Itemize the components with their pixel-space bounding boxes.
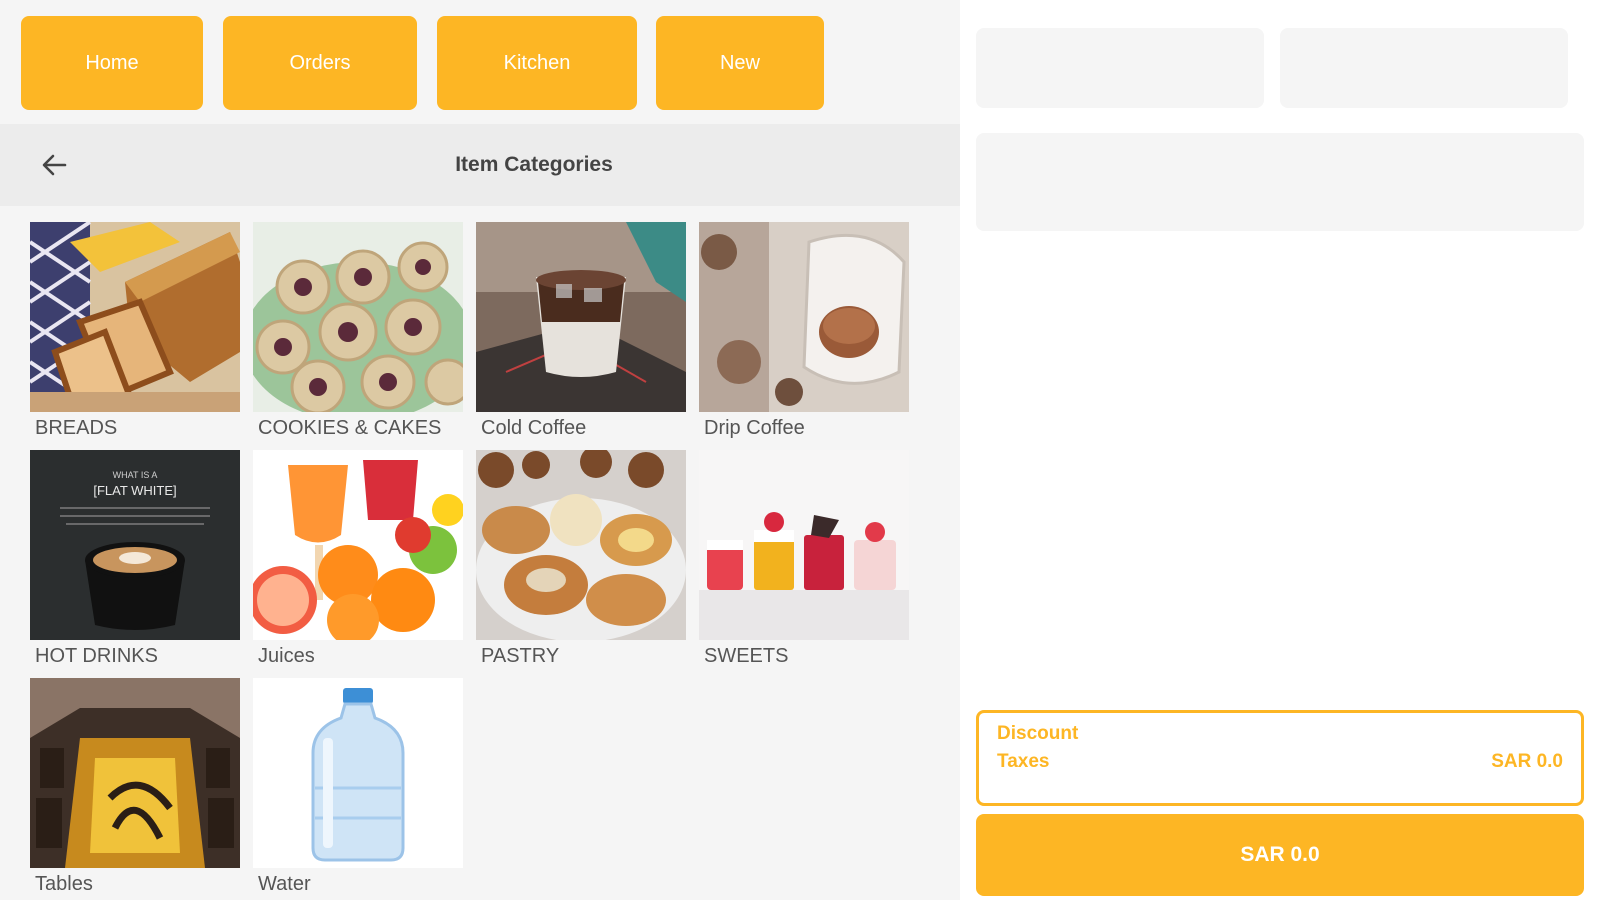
category-tile-tables[interactable]: Tables xyxy=(30,678,240,900)
category-tile-breads[interactable]: BREADS xyxy=(30,222,240,452)
category-label: PASTRY xyxy=(481,645,560,667)
category-label: Cold Coffee xyxy=(481,417,587,439)
category-tile-cookies-cakes[interactable]: COOKIES & CAKES xyxy=(253,222,463,452)
water-image xyxy=(253,678,463,868)
taxes-value: SAR 0.0 xyxy=(1491,751,1563,772)
category-label: Tables xyxy=(35,873,93,895)
discount-label[interactable]: Discount xyxy=(997,723,1078,745)
category-tile-juices[interactable]: Juices xyxy=(253,450,463,680)
customer-field[interactable] xyxy=(976,133,1584,231)
cookies-image xyxy=(253,222,463,412)
category-label: Water xyxy=(258,873,311,895)
pay-total-button[interactable]: SAR 0.0 xyxy=(976,814,1584,896)
category-tile-drip-coffee[interactable]: Drip Coffee xyxy=(699,222,909,452)
juices-image xyxy=(253,450,463,640)
order-tab-right[interactable] xyxy=(1280,28,1568,108)
drip-coffee-image xyxy=(699,222,909,412)
category-tile-water[interactable]: Water xyxy=(253,678,463,900)
category-tile-pastry[interactable]: PASTRY xyxy=(476,450,686,680)
cold-coffee-image xyxy=(476,222,686,412)
category-label: SWEETS xyxy=(704,645,789,667)
category-label: Drip Coffee xyxy=(704,417,805,439)
category-tile-hot-drinks[interactable]: WHAT IS A [FLAT WHITE] HOT DRINKS xyxy=(30,450,240,680)
category-label: COOKIES & CAKES xyxy=(258,417,442,439)
order-tab-left[interactable] xyxy=(976,28,1264,108)
orders-button[interactable]: Orders xyxy=(223,16,417,110)
category-tile-cold-coffee[interactable]: Cold Coffee xyxy=(476,222,686,452)
order-panel: Discount Taxes SAR 0.0 SAR 0.0 xyxy=(960,0,1599,900)
new-order-button[interactable]: New xyxy=(656,16,824,110)
category-label: BREADS xyxy=(35,417,118,439)
pastry-image xyxy=(476,450,686,640)
hot-drinks-image: WHAT IS A [FLAT WHITE] xyxy=(30,450,240,640)
category-label: HOT DRINKS xyxy=(35,645,158,667)
breads-image xyxy=(30,222,240,412)
order-summary: Discount Taxes SAR 0.0 xyxy=(976,710,1584,806)
sweets-image xyxy=(699,450,909,640)
category-tile-sweets[interactable]: SWEETS xyxy=(699,450,909,680)
page-title: Item Categories xyxy=(455,153,613,176)
categories-header: Item Categories xyxy=(0,124,960,206)
board-heading: WHAT IS A xyxy=(113,470,158,480)
kitchen-button[interactable]: Kitchen xyxy=(437,16,637,110)
top-navigation: Home Orders Kitchen New xyxy=(0,0,960,124)
category-label: Juices xyxy=(258,645,315,667)
home-button[interactable]: Home xyxy=(21,16,203,110)
categories-panel: Home Orders Kitchen New Item Categories xyxy=(0,0,960,900)
taxes-label: Taxes xyxy=(997,751,1050,772)
tables-image xyxy=(30,678,240,868)
board-title: [FLAT WHITE] xyxy=(93,483,176,498)
back-button[interactable] xyxy=(36,147,72,183)
arrow-left-icon xyxy=(42,154,67,176)
